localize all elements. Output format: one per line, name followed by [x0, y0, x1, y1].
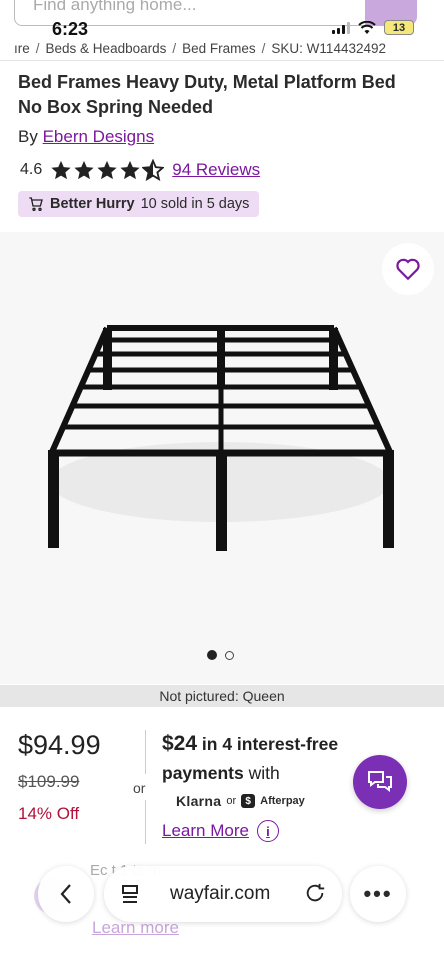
reviews-link[interactable]: 94 Reviews: [172, 160, 260, 180]
pagination-dot[interactable]: [225, 650, 234, 660]
klarna-logo: Klarna: [176, 793, 222, 809]
more-options-button[interactable]: •••: [350, 866, 406, 922]
provider-or: or: [226, 795, 237, 807]
search-input[interactable]: Find anything home...: [33, 0, 196, 15]
status-icons: 13: [332, 20, 414, 35]
breadcrumb-item-bed-frames[interactable]: Bed Frames: [182, 41, 256, 56]
chevron-left-icon: [60, 884, 71, 904]
divider: [145, 800, 146, 844]
divider: [145, 730, 146, 774]
address-bar[interactable]: wayfair.com: [104, 866, 342, 922]
afterpay-logo: Afterpay: [260, 795, 305, 807]
star-icon: [74, 160, 94, 180]
wifi-icon: [358, 20, 376, 34]
breadcrumb: ıre / Beds & Headboards / Bed Frames / SKU: W1…: [14, 41, 386, 56]
afterpay-icon: $: [241, 794, 256, 808]
percent-off: 14% Off: [18, 804, 80, 823]
payment-providers: Klarna or $ Afterpay: [176, 793, 305, 809]
hurry-badge: Better Hurry 10 sold in 5 days: [18, 191, 260, 217]
page-menu-icon[interactable]: [120, 883, 140, 905]
url-text[interactable]: wayfair.com: [170, 883, 270, 905]
or-label: or: [133, 780, 146, 796]
chat-icon: [368, 771, 392, 792]
reload-icon[interactable]: [304, 882, 326, 904]
breadcrumb-item-beds-headboards[interactable]: Beds & Headboards: [46, 41, 167, 56]
half-star-icon: [142, 159, 165, 181]
price: $94.99: [18, 730, 101, 760]
brand-link[interactable]: Ebern Designs: [43, 127, 155, 146]
installment-with: with: [248, 763, 280, 783]
signal-icon: [332, 21, 350, 34]
chat-button[interactable]: [353, 755, 407, 809]
cart-icon: [29, 197, 43, 211]
favorite-button[interactable]: [382, 243, 434, 295]
brand-line: By Ebern Designs: [18, 127, 154, 147]
pagination-dot-active[interactable]: [207, 650, 217, 660]
product-title: Bed Frames Heavy Duty, Metal Platform Be…: [18, 72, 396, 117]
learn-more-label[interactable]: Learn More: [162, 821, 249, 841]
hurry-text: 10 sold in 5 days: [140, 196, 250, 212]
sku-label: SKU: W114432492: [271, 41, 386, 56]
more-icon: •••: [363, 881, 393, 906]
browser-toolbar: wayfair.com •••: [0, 862, 444, 928]
star-icon: [97, 160, 117, 180]
installment-offer: $24 in 4 interest-free payments with: [162, 729, 372, 788]
star-icon: [51, 160, 71, 180]
not-pictured-note: Not pictured: Queen: [0, 685, 444, 707]
star-icon: [120, 160, 140, 180]
original-price: $109.99: [18, 772, 80, 791]
divider: [0, 60, 444, 61]
gallery-pagination[interactable]: [207, 650, 234, 660]
bed-frame-image: [48, 325, 394, 551]
status-time: 6:23: [52, 19, 89, 39]
rating-value: 4.6: [20, 161, 43, 178]
battery-icon: 13: [384, 20, 414, 35]
hurry-label: Better Hurry: [50, 196, 135, 212]
learn-more-link[interactable]: Learn More i: [162, 820, 279, 842]
by-label: By: [18, 127, 38, 146]
installment-amount: $24: [162, 732, 198, 755]
breadcrumb-item[interactable]: ıre: [14, 41, 30, 56]
back-button[interactable]: [38, 866, 94, 922]
star-rating: [50, 159, 165, 181]
product-gallery[interactable]: [0, 232, 444, 684]
heart-icon: [396, 258, 420, 281]
info-icon[interactable]: i: [256, 820, 279, 842]
rating-row[interactable]: 4.6 94 Reviews: [20, 159, 260, 181]
